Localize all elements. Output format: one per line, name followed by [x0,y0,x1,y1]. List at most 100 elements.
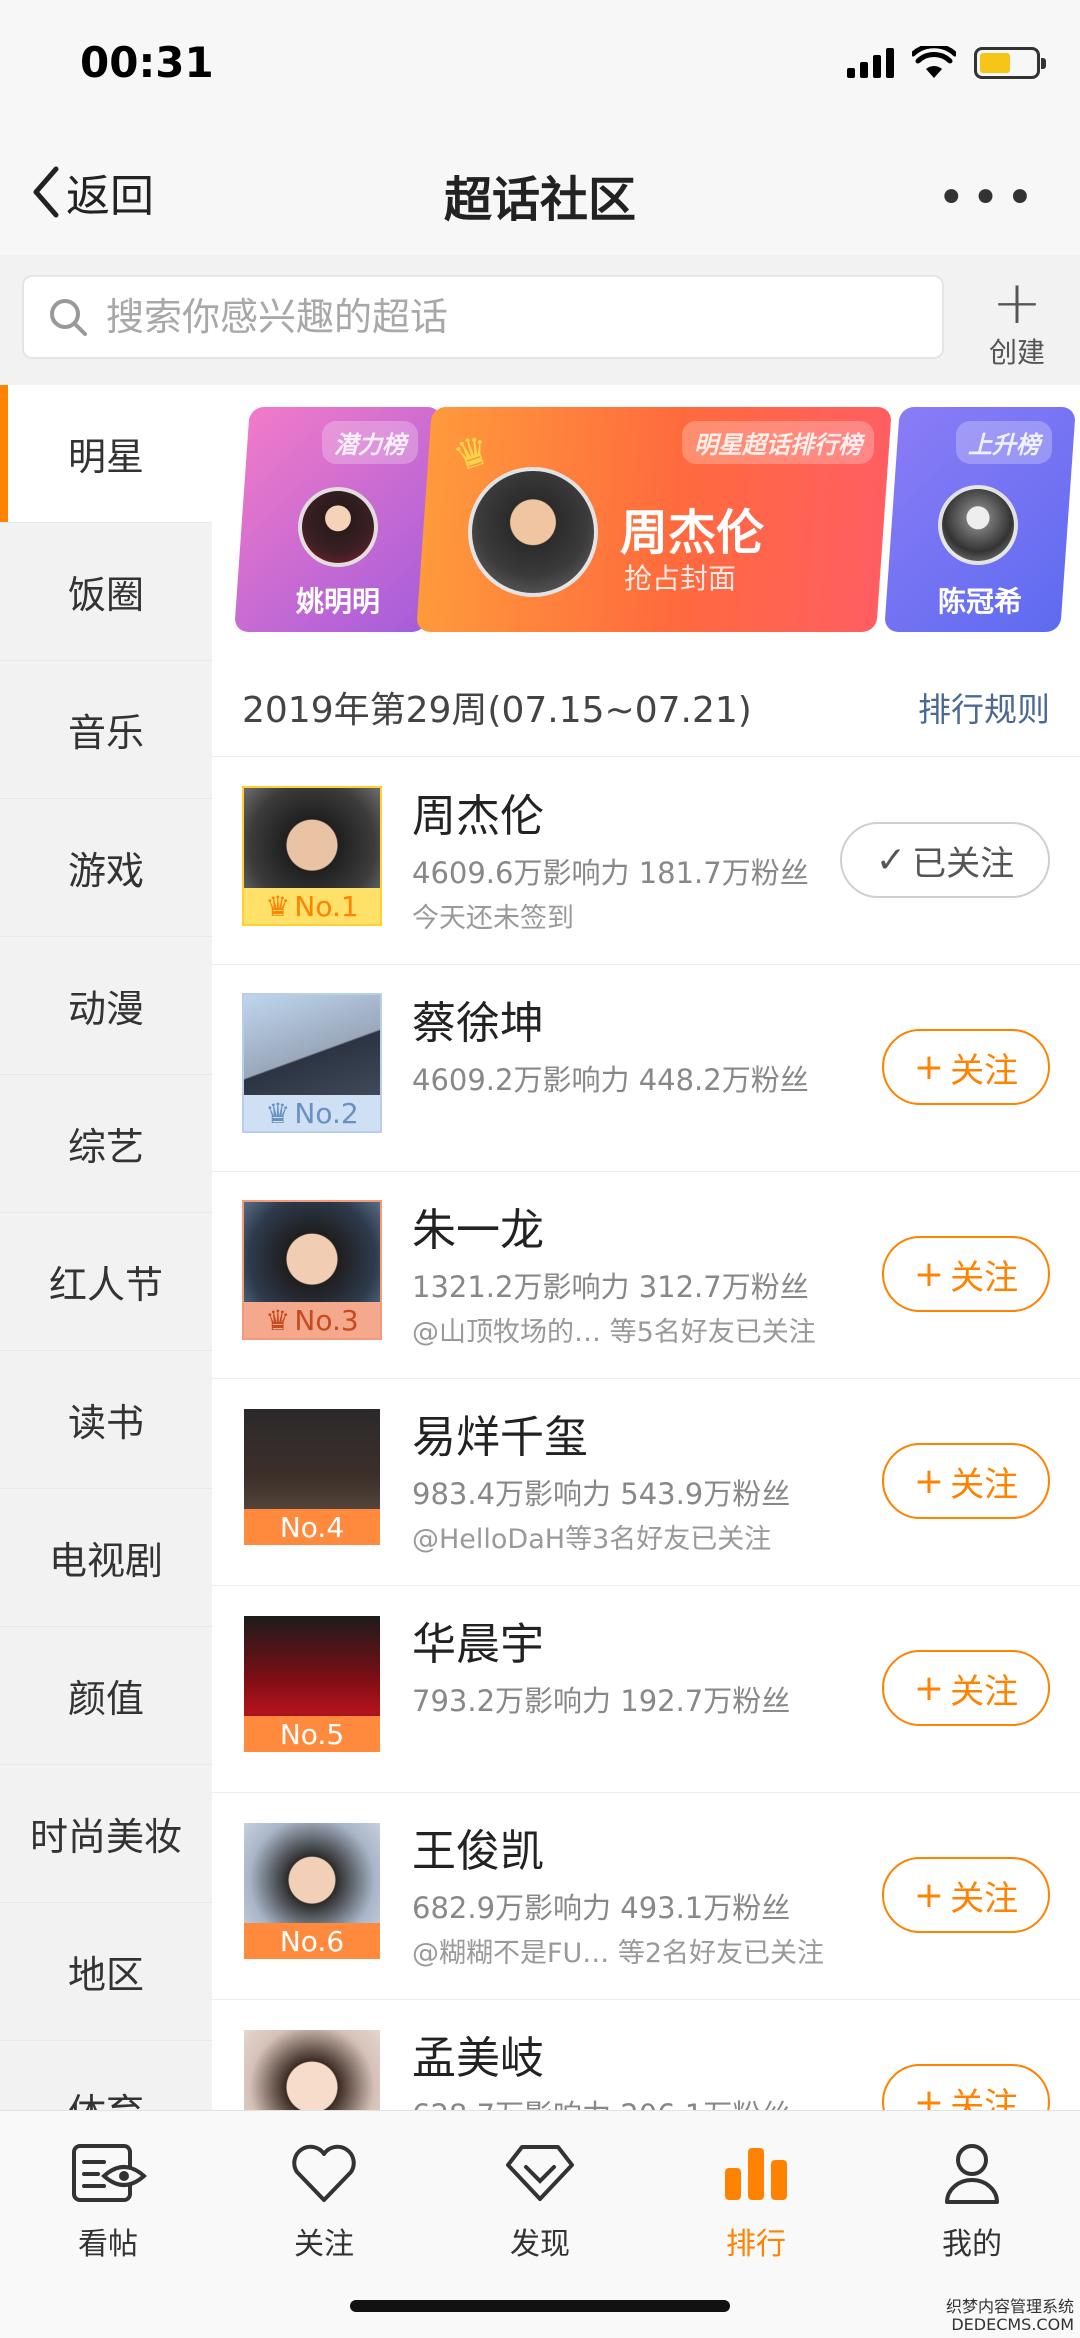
sidebar-item-fashion-beauty[interactable]: 时尚美妆 [0,1765,212,1903]
status-icons [847,46,1046,80]
rank-row[interactable]: No.5 华晨宇 793.2万影响力 192.7万粉丝 + 关注 [212,1586,1080,1793]
rank-stats: 983.4万影响力 543.9万粉丝 [412,1477,791,1511]
rank-thumbnail: ♛ No.3 [242,1200,382,1340]
watermark: 织梦内容管理系统 DEDECMS.COM [945,2297,1074,2334]
sidebar-item-influencer-festival[interactable]: 红人节 [0,1213,212,1351]
search-input[interactable] [106,295,906,339]
battery-icon [974,47,1046,79]
heart-icon [292,2144,356,2202]
search-row: + 创建 [0,255,1080,385]
rank-number: No.6 [279,1924,345,1958]
ranking-rules-link[interactable]: 排行规则 [918,683,1050,731]
crown-icon: ♛ [265,889,291,923]
follow-button[interactable]: + 关注 [882,2064,1050,2110]
follow-label: 关注 [950,1050,1019,1091]
rank-stats: 4609.2万影响力 448.2万粉丝 [412,1063,809,1097]
potential-list-card[interactable]: 潜力榜 姚明明 [234,407,442,632]
diamond-icon [506,2145,574,2201]
sidebar-item-fandom[interactable]: 饭圈 [0,523,212,661]
status-time: 00:31 [80,38,214,87]
rank-number: No.1 [294,889,359,923]
avatar [298,487,378,567]
rank-note: @HelloDaH等3名好友已关注 [412,1524,772,1555]
rank-badge: No.6 [244,1923,380,1959]
sidebar-item-variety[interactable]: 综艺 [0,1075,212,1213]
plus-icon: + [913,2081,945,2111]
sidebar-item-tv-series[interactable]: 电视剧 [0,1489,212,1627]
follow-label: 已关注 [912,843,1015,884]
rank-badge: No.5 [244,1716,380,1752]
rank-stats: 628.7万影响力 206.1万粉丝 [412,2092,790,2110]
sidebar-item-region[interactable]: 地区 [0,1903,212,2041]
plus-icon: + [913,1667,945,1709]
star-ranking-card[interactable]: 明星超话排行榜 ♛ 周杰伦 抢占封面 [416,407,892,632]
avatar [938,485,1018,565]
tab-discover[interactable]: 发现 [432,2133,648,2263]
followed-button[interactable]: ✓ 已关注 [840,822,1050,898]
create-button[interactable]: + 创建 [982,268,1052,371]
eye-document-icon [72,2144,147,2202]
rank-thumbnail: No.6 [242,1821,382,1961]
rank-row[interactable]: ♛ No.1 周杰伦 4609.6万影响力 181.7万粉丝 今天还未签到 ✓ 已关注 [212,758,1080,965]
tab-me[interactable]: 我的 [864,2133,1080,2263]
rank-thumbnail: No.4 [242,1407,382,1547]
sidebar-item-looks[interactable]: 颜值 [0,1627,212,1765]
rank-badge: No.4 [244,1509,380,1545]
card-name: 姚明明 [295,585,380,618]
sidebar-item-stars[interactable]: 明星 [0,385,212,523]
rank-row[interactable]: ♛ No.3 朱一龙 1321.2万影响力 312.7万粉丝 @山顶牧场的… 等5名好友… [212,1172,1080,1379]
follow-button[interactable]: + 关注 [882,1236,1050,1312]
search-box[interactable] [22,275,944,359]
main-content: 潜力榜 姚明明 明星超话排行榜 ♛ 周杰伦 抢占封面 上升榜 陈冠希 2019年… [212,385,1080,2110]
home-indicator [350,2300,730,2312]
plus-icon: + [913,1253,945,1295]
card-name: 陈冠希 [937,585,1022,618]
card-subtitle: 抢占封面 [624,562,737,595]
cellular-signal-icon [847,48,894,78]
rank-row[interactable]: No.6 王俊凯 682.9万影响力 493.1万粉丝 @糊糊不是FU… 等2名好友已… [212,1793,1080,2000]
follow-button[interactable]: + 关注 [882,1029,1050,1105]
sidebar-item-sports[interactable]: 体育 [0,2041,212,2110]
status-bar: 00:31 [0,0,1080,130]
plus-icon: + [991,268,1043,338]
crown-icon: ♛ [265,1303,291,1337]
ranking-banner: 潜力榜 姚明明 明星超话排行榜 ♛ 周杰伦 抢占封面 上升榜 陈冠希 [212,407,1080,632]
follow-label: 关注 [950,1671,1019,1712]
tab-label: 看帖 [78,2227,138,2262]
crown-icon: ♛ [265,1096,291,1130]
tab-following[interactable]: 关注 [216,2133,432,2263]
rank-stats: 1321.2万影响力 312.7万粉丝 [412,1270,809,1304]
rank-name: 朱一龙 [412,1205,544,1256]
card-tag: 潜力榜 [322,421,418,464]
create-label: 创建 [988,336,1045,369]
follow-button[interactable]: + 关注 [882,1443,1050,1519]
sidebar-item-music[interactable]: 音乐 [0,661,212,799]
sidebar-item-anime[interactable]: 动漫 [0,937,212,1075]
rank-row[interactable]: No.4 易烊千玺 983.4万影响力 543.9万粉丝 @HelloDaH等3名好友… [212,1379,1080,1586]
rank-name: 孟美岐 [412,2033,544,2084]
tab-label: 关注 [294,2227,354,2262]
rank-row[interactable]: 孟美岐 628.7万影响力 206.1万粉丝 +关注 [212,2000,1080,2110]
week-label: 2019年第29周(07.15~07.21) [242,690,752,731]
card-name: 周杰伦 [620,505,765,561]
sidebar-item-reading[interactable]: 读书 [0,1351,212,1489]
search-icon [50,299,87,336]
avatar [244,2030,380,2110]
tab-posts[interactable]: 看帖 [0,2133,216,2263]
plus-icon: + [913,1874,945,1916]
nav-bar: 返回 超话社区 ••• [0,130,1080,255]
rank-thumbnail: No.5 [242,1614,382,1754]
bar-chart-icon [725,2148,787,2200]
tab-label: 发现 [510,2227,570,2262]
rising-list-card[interactable]: 上升榜 陈冠希 [884,407,1076,632]
rank-name: 蔡徐坤 [412,998,544,1049]
more-options-icon[interactable]: ••• [937,174,1040,222]
follow-button[interactable]: + 关注 [882,1650,1050,1726]
tab-ranking[interactable]: 排行 [648,2133,864,2263]
rank-stats: 793.2万影响力 192.7万粉丝 [412,1684,791,1718]
tab-label: 排行 [726,2227,786,2262]
rank-row[interactable]: ♛ No.2 蔡徐坤 4609.2万影响力 448.2万粉丝 + 关注 [212,965,1080,1172]
follow-button[interactable]: + 关注 [882,1857,1050,1933]
rank-stats: 4609.6万影响力 181.7万粉丝 [412,856,809,890]
sidebar-item-games[interactable]: 游戏 [0,799,212,937]
